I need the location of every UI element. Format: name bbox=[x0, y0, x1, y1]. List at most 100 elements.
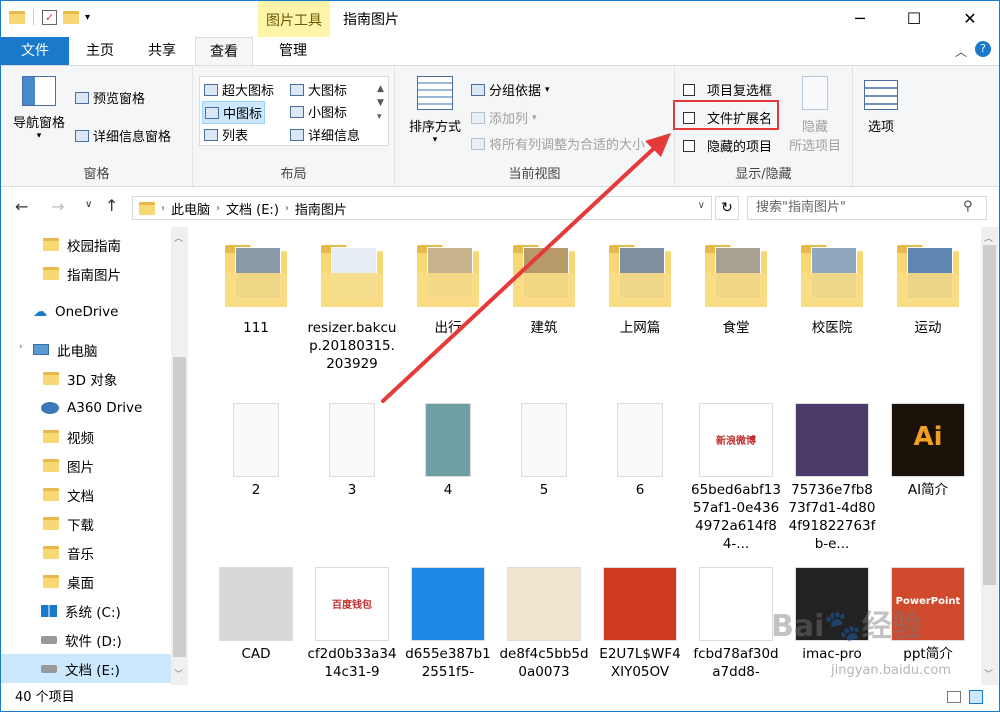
chevron-right-icon[interactable]: › bbox=[161, 203, 165, 214]
sidebar-item-this-pc[interactable]: 此电脑 bbox=[1, 335, 171, 364]
item-checkboxes-toggle[interactable]: 项目复选框 bbox=[683, 80, 772, 99]
tab-view[interactable]: 查看 bbox=[195, 37, 253, 66]
sidebar-item-downloads[interactable]: 下载 bbox=[1, 509, 171, 538]
back-arrow-icon[interactable]: ← bbox=[15, 197, 28, 216]
content-scrollbar[interactable]: ︿ ﹀ bbox=[981, 227, 998, 685]
tab-share[interactable]: 共享 bbox=[139, 37, 185, 65]
folder-item[interactable]: 运动 bbox=[883, 241, 973, 337]
content-scroll-thumb[interactable] bbox=[983, 245, 996, 585]
recent-locations-chevron-icon[interactable]: ∨ bbox=[85, 199, 92, 210]
new-folder-icon[interactable] bbox=[63, 10, 79, 24]
folder-item[interactable]: 出行 bbox=[403, 241, 493, 337]
breadcrumb-current-folder[interactable]: 指南图片 bbox=[295, 199, 347, 218]
sidebar-item-pictures[interactable]: 图片 bbox=[1, 451, 171, 480]
folder-item[interactable]: 校医院 bbox=[787, 241, 877, 337]
image-item[interactable]: 6 bbox=[595, 403, 685, 499]
sidebar-item-documents[interactable]: 文档 bbox=[1, 480, 171, 509]
folder-item[interactable]: 食堂 bbox=[691, 241, 781, 337]
sidebar-scroll-thumb[interactable] bbox=[173, 357, 186, 657]
layout-details[interactable]: 详细信息 bbox=[288, 124, 362, 145]
layout-extra-large-icons[interactable]: 超大图标 bbox=[202, 79, 276, 100]
details-view-icon[interactable] bbox=[947, 691, 961, 703]
folder-item[interactable]: 111 bbox=[211, 241, 301, 337]
sidebar-item-drive-c[interactable]: 系统 (C:) bbox=[1, 596, 171, 625]
collapse-ribbon-icon[interactable]: ︿ bbox=[955, 43, 967, 60]
chevron-right-icon[interactable]: › bbox=[19, 342, 23, 352]
add-column-button[interactable]: 添加列 ▾ bbox=[471, 108, 537, 127]
help-icon[interactable]: ? bbox=[975, 41, 991, 57]
sidebar-item-drive-e[interactable]: 文档 (E:) bbox=[1, 654, 171, 683]
image-item[interactable]: 百度钱包 cf2d0b33a3414c31-9 bbox=[307, 567, 397, 681]
hide-selected-button[interactable]: 隐藏 所选项目 bbox=[783, 76, 847, 154]
hidden-items-toggle[interactable]: 隐藏的项目 bbox=[683, 136, 772, 155]
fit-columns-button[interactable]: 将所有列调整为合适的大小 bbox=[471, 134, 671, 153]
up-arrow-icon[interactable]: ↑ bbox=[105, 196, 118, 215]
tab-file[interactable]: 文件 bbox=[1, 37, 69, 65]
image-item[interactable]: fcbd78af30da7dd8- bbox=[691, 567, 781, 681]
close-button[interactable]: ✕ bbox=[947, 1, 993, 37]
breadcrumb-this-pc[interactable]: 此电脑 bbox=[171, 199, 210, 218]
image-item[interactable]: 3 bbox=[307, 403, 397, 499]
address-dropdown-icon[interactable]: ∨ bbox=[698, 200, 705, 211]
folder-icon bbox=[219, 241, 293, 315]
sidebar-scrollbar[interactable]: ︿ ﹀ bbox=[171, 227, 188, 685]
maximize-button[interactable]: ☐ bbox=[891, 1, 937, 37]
folder-item[interactable]: resizer.bakcup.20180315.203929 bbox=[307, 241, 397, 373]
forward-arrow-icon[interactable]: → bbox=[51, 197, 64, 216]
image-item[interactable]: CAD bbox=[211, 567, 301, 663]
address-bar[interactable]: › 此电脑 › 文档 (E:) › 指南图片 ∨ bbox=[132, 196, 712, 220]
image-item[interactable]: 新浪微博 65bed6abf1357af1-0e4364972a614f84-..… bbox=[691, 403, 781, 553]
customize-qat-icon[interactable]: ▾ bbox=[85, 12, 90, 23]
large-icons-view-icon[interactable] bbox=[969, 690, 983, 704]
scroll-up-icon[interactable]: ︿ bbox=[984, 231, 993, 244]
chevron-right-icon[interactable]: › bbox=[216, 203, 220, 214]
scroll-down-icon[interactable]: ﹀ bbox=[174, 667, 183, 680]
image-item[interactable]: Ai AI简介 bbox=[883, 403, 973, 499]
folder-item[interactable]: 建筑 bbox=[499, 241, 589, 337]
image-item[interactable]: 4 bbox=[403, 403, 493, 499]
image-item[interactable]: 2 bbox=[211, 403, 301, 499]
hidden-items-checkbox[interactable] bbox=[683, 139, 695, 152]
image-item[interactable]: d655e387b12551f5- bbox=[403, 567, 493, 681]
sidebar-item-music[interactable]: 音乐 bbox=[1, 538, 171, 567]
search-input[interactable]: 搜索"指南图片" bbox=[747, 196, 987, 220]
item-checkboxes-checkbox[interactable] bbox=[683, 83, 695, 96]
layout-scroll-arrows[interactable]: ▲ ▼ ▾ bbox=[377, 82, 384, 124]
sidebar-item-guide-images[interactable]: 指南图片 bbox=[1, 259, 171, 288]
image-item[interactable]: E2U7L$WF4XIY05OV bbox=[595, 567, 685, 681]
preview-pane-button[interactable]: 预览窗格 bbox=[75, 88, 145, 107]
image-item[interactable]: de8f4c5bb5d0a0073 bbox=[499, 567, 589, 681]
chevron-right-icon[interactable]: › bbox=[285, 203, 289, 214]
sidebar-item-videos[interactable]: 视频 bbox=[1, 422, 171, 451]
tab-home[interactable]: 主页 bbox=[77, 37, 123, 65]
tab-manage[interactable]: 管理 bbox=[263, 37, 323, 65]
sidebar-item-label: 视频 bbox=[67, 430, 94, 447]
image-item[interactable]: 75736e7fb873f7d1-4d804f91822763fb-e... bbox=[787, 403, 877, 553]
nav-pane-button[interactable]: 导航窗格 ▾ bbox=[9, 76, 69, 141]
group-by-button[interactable]: 分组依据 ▾ bbox=[471, 80, 550, 99]
folder-front bbox=[321, 273, 383, 307]
scroll-down-icon[interactable]: ﹀ bbox=[984, 667, 993, 680]
layout-small-icons[interactable]: 小图标 bbox=[288, 101, 349, 122]
sort-by-button[interactable]: 排序方式 ▾ bbox=[403, 76, 467, 145]
details-pane-button[interactable]: 详细信息窗格 bbox=[75, 126, 171, 145]
breadcrumb-drive-e[interactable]: 文档 (E:) bbox=[226, 199, 279, 218]
sidebar-item-3d-objects[interactable]: 3D 对象 bbox=[1, 364, 171, 393]
folder-icon[interactable] bbox=[9, 10, 25, 24]
search-icon[interactable]: ⚲ bbox=[963, 199, 973, 214]
properties-icon[interactable]: ✓ bbox=[42, 9, 57, 25]
image-item[interactable]: 5 bbox=[499, 403, 589, 499]
layout-large-icons[interactable]: 大图标 bbox=[288, 79, 349, 100]
refresh-icon[interactable]: ↻ bbox=[715, 196, 739, 220]
sidebar-item-drive-d[interactable]: 软件 (D:) bbox=[1, 625, 171, 654]
sidebar-item-campus-guide[interactable]: 校园指南 bbox=[1, 230, 171, 259]
scroll-up-icon[interactable]: ︿ bbox=[174, 231, 183, 244]
minimize-button[interactable]: ─ bbox=[837, 1, 883, 37]
folder-item[interactable]: 上网篇 bbox=[595, 241, 685, 337]
sidebar-item-onedrive[interactable]: ☁ OneDrive bbox=[1, 297, 171, 326]
sidebar-item-desktop[interactable]: 桌面 bbox=[1, 567, 171, 596]
sidebar-item-a360-drive[interactable]: A360 Drive bbox=[1, 393, 171, 422]
layout-medium-icons[interactable]: 中图标 bbox=[202, 101, 266, 124]
options-button[interactable]: 选项 bbox=[857, 80, 905, 135]
layout-list[interactable]: 列表 bbox=[202, 124, 250, 145]
